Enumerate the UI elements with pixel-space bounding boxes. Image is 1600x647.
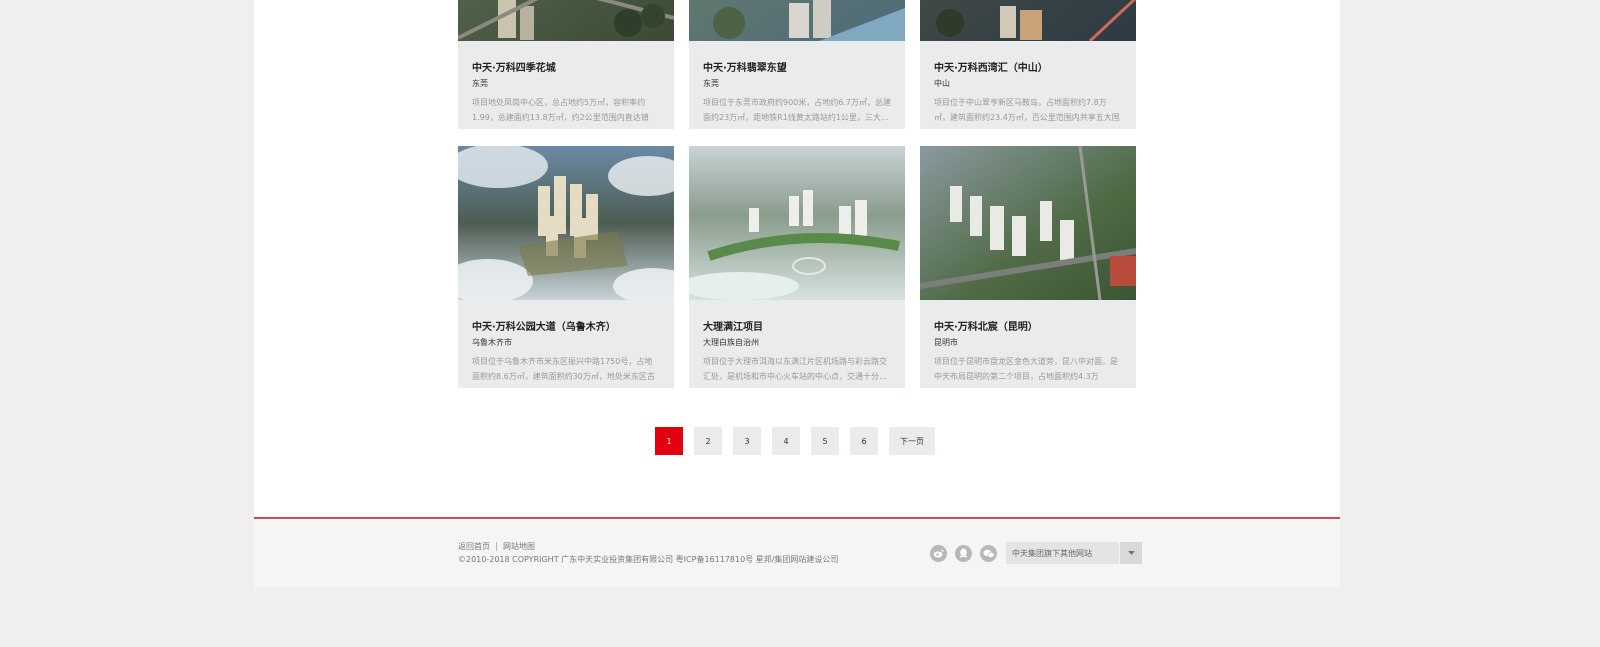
project-image[interactable] — [689, 146, 905, 300]
qq-icon[interactable] — [955, 545, 972, 562]
project-description: 项目位于昆明市盘龙区金色大道旁，昆八中对面，是中天布局昆明的第二个项目，占地面积… — [934, 357, 1118, 381]
project-description: 项目位于东莞市政府约900米，占地约6.7万㎡，总建面约23万㎡，距地铁R1线黄… — [703, 98, 891, 122]
footer-links: 返回首页 网站地图 — [458, 541, 535, 552]
footer: 返回首页 网站地图 ©2010-2018 COPYRIGHT 广东中天实业投资集团… — [254, 519, 1340, 587]
project-title[interactable]: 中天·万科翡翠东望 — [703, 59, 891, 74]
page-1-button[interactable]: 1 — [655, 427, 683, 455]
project-card[interactable]: 大理满江项目 大理白族自治州 项目位于大理市洱海以东满江片区机场路与彩云路交汇处… — [689, 146, 905, 388]
sister-sites-label[interactable]: 中天集团旗下其他网站 — [1006, 542, 1119, 564]
project-title[interactable]: 中天·万科西湾汇（中山） — [934, 59, 1122, 74]
project-city: 昆明市 — [934, 338, 958, 347]
pagination: 1 2 3 4 5 6 下一页 — [655, 427, 935, 455]
wechat-icon[interactable] — [980, 545, 997, 562]
sitemap-link[interactable]: 网站地图 — [503, 542, 535, 551]
project-title[interactable]: 大理满江项目 — [703, 318, 891, 333]
project-card[interactable]: 中天·万科翡翠东望 东莞 项目位于东莞市政府约900米，占地约6.7万㎡，总建面… — [689, 0, 905, 129]
project-description: 项目位于大理市洱海以东满江片区机场路与彩云路交汇处，是机场和市中心火车站的中心点… — [703, 357, 887, 381]
project-card[interactable]: 中天·万科公园大道（乌鲁木齐） 乌鲁木齐市 项目位于乌鲁木齐市米东区振兴中路17… — [458, 146, 674, 388]
social-icons — [930, 545, 997, 562]
project-description: 项目位于乌鲁木齐市米东区振兴中路1750号，占地面积约8.6万㎡，建筑面积约30… — [472, 357, 655, 381]
project-image[interactable] — [920, 0, 1136, 41]
project-card[interactable]: 中天·万科四季花城 东莞 项目地处凤岗中心区，总占地约5万㎡，容积率约1.99，… — [458, 0, 674, 129]
copyright-text: ©2010-2018 COPYRIGHT 广东中天实业投资集团有限公司 粤ICP… — [458, 555, 839, 564]
next-page-button[interactable]: 下一页 — [889, 427, 935, 455]
weibo-icon[interactable] — [930, 545, 947, 562]
project-card[interactable]: 中天·万科西湾汇（中山） 中山 项目位于中山翠亨新区马鞍岛，占地面积约7.8万㎡… — [920, 0, 1136, 129]
sister-sites-select[interactable]: 中天集团旗下其他网站 — [1006, 542, 1142, 564]
project-city: 中山 — [934, 79, 950, 88]
page-5-button[interactable]: 5 — [811, 427, 839, 455]
project-image[interactable] — [458, 0, 674, 41]
project-city: 东莞 — [703, 79, 719, 88]
project-city: 乌鲁木齐市 — [472, 338, 512, 347]
project-title[interactable]: 中天·万科北宸（昆明） — [934, 318, 1122, 333]
project-image[interactable] — [689, 0, 905, 41]
project-card[interactable]: 中天·万科北宸（昆明） 昆明市 项目位于昆明市盘龙区金色大道旁，昆八中对面，是中… — [920, 146, 1136, 388]
page-3-button[interactable]: 3 — [733, 427, 761, 455]
project-image[interactable] — [920, 146, 1136, 300]
page-6-button[interactable]: 6 — [850, 427, 878, 455]
chevron-down-icon[interactable] — [1120, 542, 1142, 564]
project-description: 项目位于中山翠亨新区马鞍岛，占地面积约7.8万㎡，建筑面积约23.4万㎡，百公里… — [934, 98, 1120, 122]
page-2-button[interactable]: 2 — [694, 427, 722, 455]
project-title[interactable]: 中天·万科公园大道（乌鲁木齐） — [472, 318, 660, 333]
link-separator — [496, 542, 497, 551]
project-image[interactable] — [458, 146, 674, 300]
home-link[interactable]: 返回首页 — [458, 542, 490, 551]
project-title[interactable]: 中天·万科四季花城 — [472, 59, 660, 74]
project-city: 东莞 — [472, 79, 488, 88]
page-4-button[interactable]: 4 — [772, 427, 800, 455]
project-description: 项目地处凤岗中心区，总占地约5万㎡，容积率约1.99，总建面约13.8万㎡，约2… — [472, 98, 649, 122]
project-city: 大理白族自治州 — [703, 338, 759, 347]
